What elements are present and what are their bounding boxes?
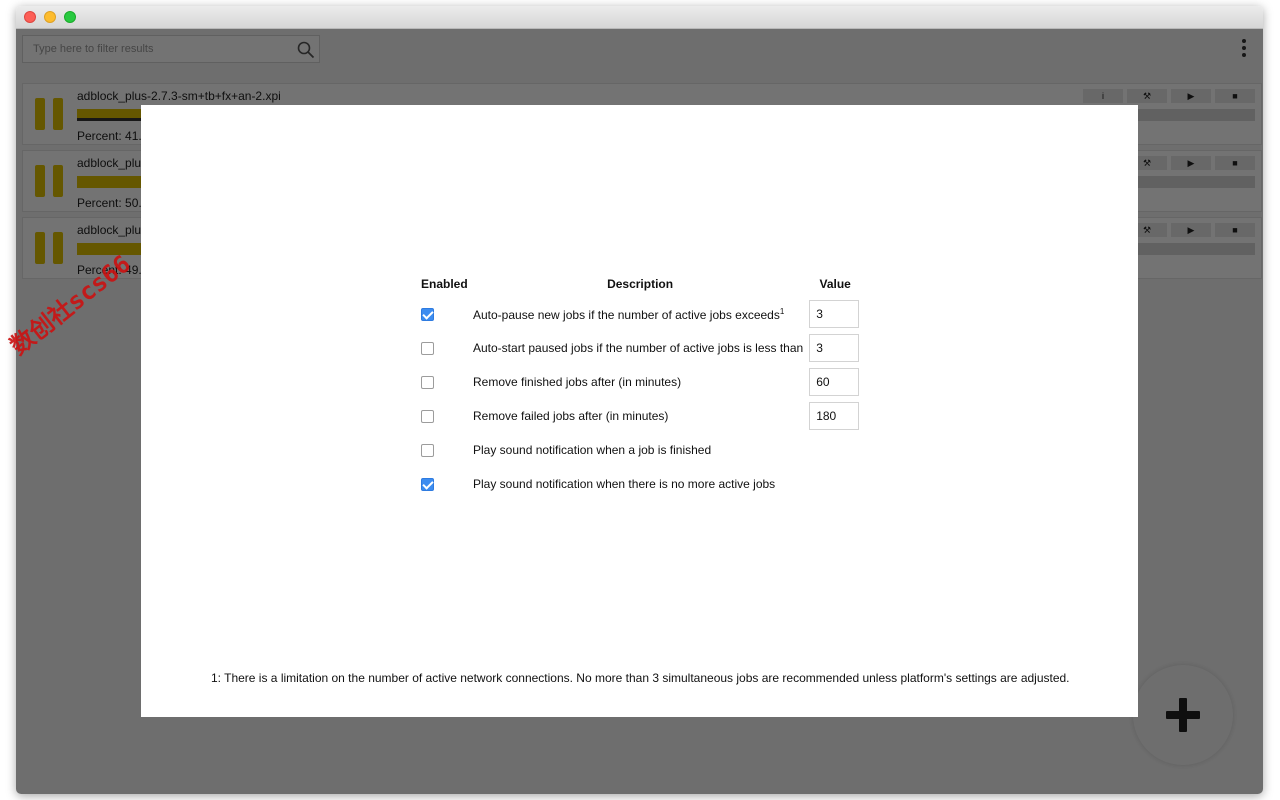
setting-description: Remove failed jobs after (in minutes) [473,409,669,423]
settings-row: Play sound notification when a job is fi… [419,433,861,467]
setting-value-input[interactable] [809,368,860,396]
setting-description: Auto-pause new jobs if the number of act… [473,307,780,322]
close-window-button[interactable] [24,11,36,23]
header-description: Description [607,277,674,291]
setting-value-input[interactable] [809,334,860,362]
settings-row: Remove failed jobs after (in minutes) [419,399,861,433]
header-value: Value [819,277,851,291]
footnote-marker: 1 [779,306,785,316]
settings-row: Auto-start paused jobs if the number of … [419,331,861,365]
enabled-checkbox[interactable] [421,307,434,321]
enabled-checkbox[interactable] [421,443,434,457]
footnote: 1: There is a limitation on the number o… [211,671,1070,685]
setting-description: Play sound notification when there is no… [473,477,776,491]
enabled-checkbox[interactable] [421,477,434,491]
enabled-checkbox[interactable] [421,341,434,355]
settings-row: Auto-pause new jobs if the number of act… [419,297,861,331]
setting-value-input[interactable] [809,300,860,328]
settings-row: Play sound notification when there is no… [419,467,861,501]
header-enabled: Enabled [421,277,468,291]
settings-dialog: Enabled Description Value Auto-pause new… [141,105,1138,717]
setting-value-input[interactable] [809,402,860,430]
zoom-window-button[interactable] [64,11,76,23]
setting-description: Play sound notification when a job is fi… [473,443,712,457]
minimize-window-button[interactable] [44,11,56,23]
enabled-checkbox[interactable] [421,409,434,423]
setting-description: Auto-start paused jobs if the number of … [473,341,804,355]
setting-description: Remove finished jobs after (in minutes) [473,375,682,389]
settings-table: Enabled Description Value Auto-pause new… [419,277,861,501]
title-bar [16,6,1263,29]
settings-row: Remove finished jobs after (in minutes) [419,365,861,399]
enabled-checkbox[interactable] [421,375,434,389]
